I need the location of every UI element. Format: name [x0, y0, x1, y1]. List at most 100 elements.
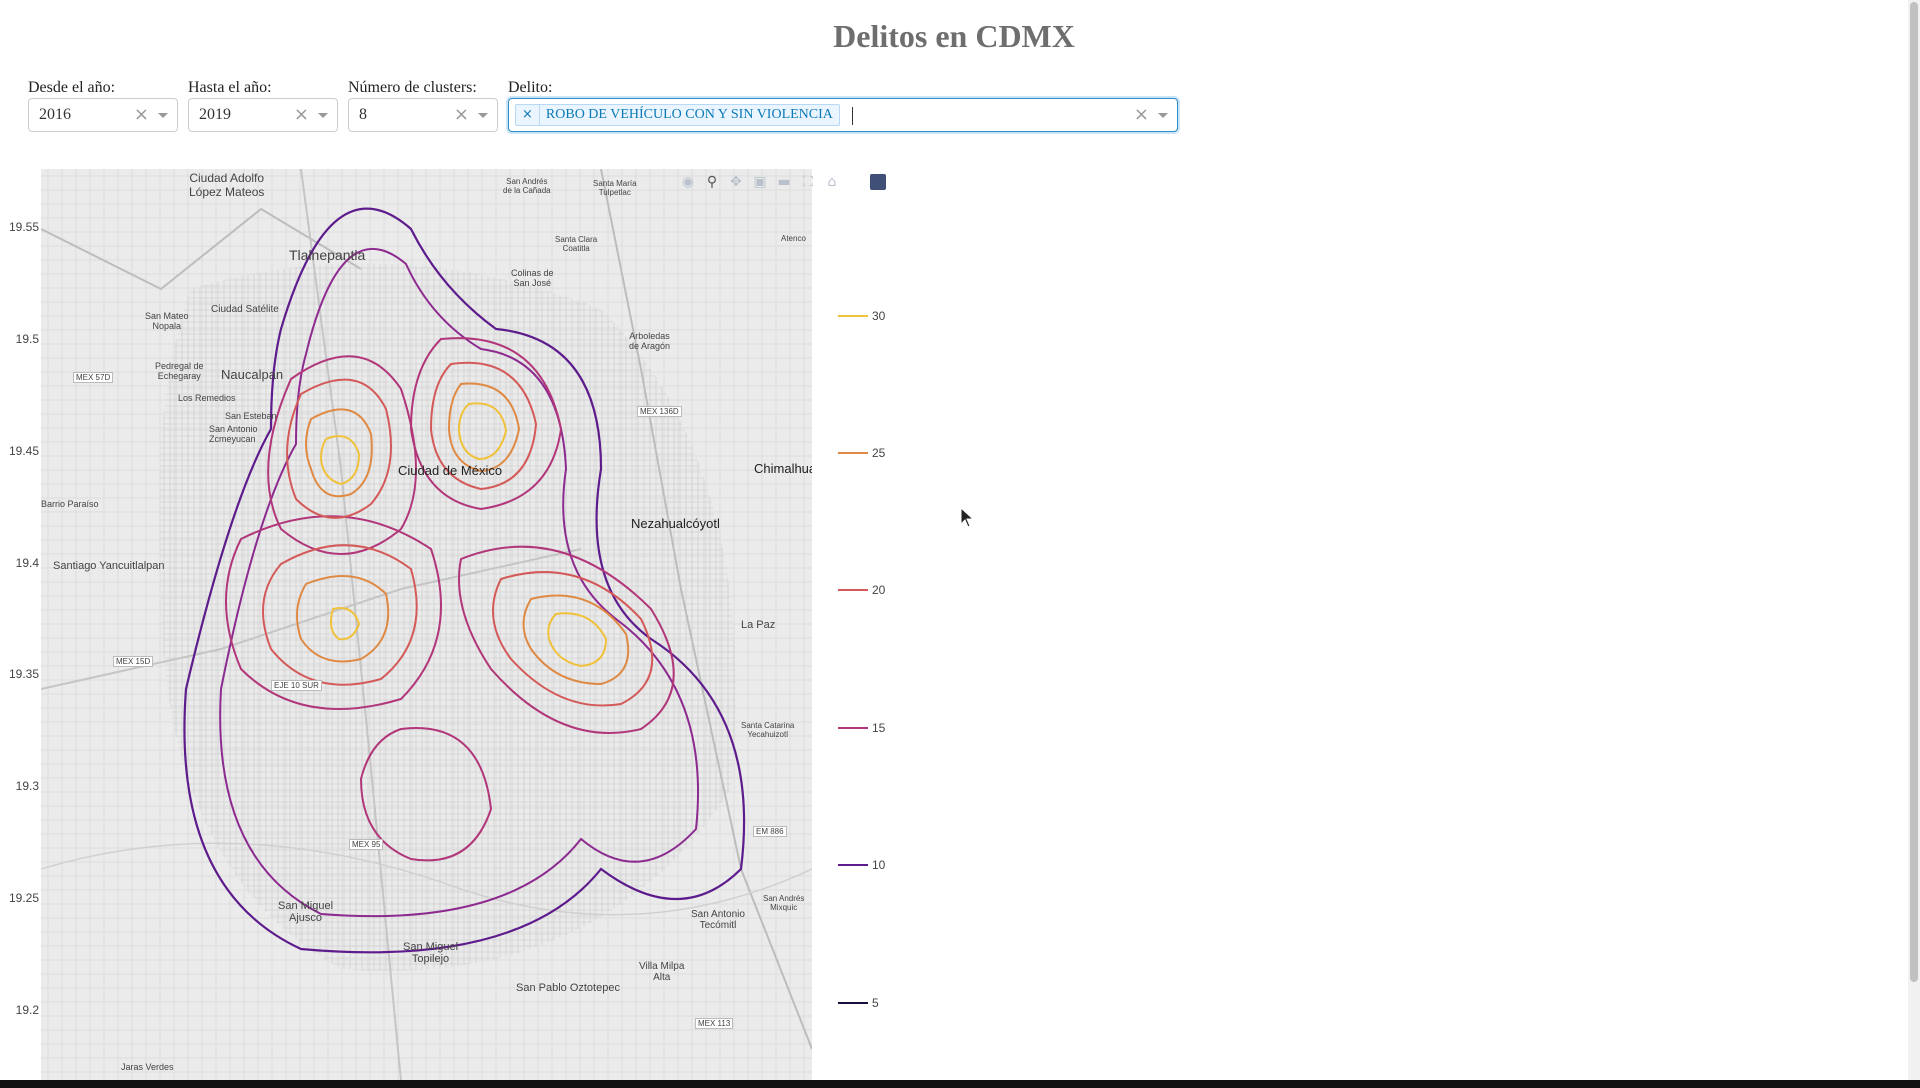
- clusters-label: Número de clusters:: [348, 79, 477, 96]
- label-san-miguel-ajusco: San Miguel Ajusco: [278, 900, 334, 924]
- label-mex15d: MEX 15D: [113, 656, 154, 667]
- y-tick-19.55: 19.55: [8, 220, 39, 234]
- clusters-value: 8: [359, 106, 367, 123]
- legend-item-5: 5: [838, 996, 879, 1010]
- legend-line-10: [838, 864, 868, 866]
- crime-chevron-down-icon[interactable]: [1158, 113, 1168, 118]
- legend-line-25: [838, 452, 868, 454]
- to-year-select[interactable]: 2019 ×: [188, 98, 338, 132]
- label-tlalnepantla: Tlalnepantla: [289, 247, 366, 263]
- zoom-in-icon[interactable]: ▣: [752, 174, 768, 190]
- from-year-clear-icon[interactable]: ×: [134, 104, 149, 126]
- to-year-label: Hasta el año:: [188, 79, 272, 96]
- crime-multiselect[interactable]: × ROBO DE VEHÍCULO CON Y SIN VIOLENCIA ×: [508, 98, 1178, 132]
- label-la-paz: La Paz: [741, 619, 776, 631]
- label-mex136d: MEX 136D: [637, 406, 682, 417]
- page-title: Delitos en CDMX: [833, 18, 1075, 54]
- label-naucalpan: Naucalpan: [221, 367, 284, 382]
- label-pedregal: Pedregal de Echegaray: [155, 361, 204, 381]
- chip-label: ROBO DE VEHÍCULO CON Y SIN VIOLENCIA: [545, 107, 833, 122]
- legend-line-15: [838, 727, 868, 729]
- y-tick-19.2: 19.2: [15, 1003, 39, 1017]
- label-santa-maria: Santa María Tulpetlac: [593, 179, 637, 197]
- label-chimalhuacan: Chimalhua: [754, 461, 812, 476]
- from-year-label: Desde el año:: [28, 79, 116, 96]
- modebar: ◉ ⚲ ✥ ▣ ▬ ⛶ ⌂: [680, 174, 840, 190]
- legend-line-5: [838, 1002, 868, 1004]
- legend-item-30: 30: [838, 309, 885, 323]
- label-jaras-verdes: Jaras Verdes: [121, 1062, 174, 1072]
- label-arboledas: Arboledas de Aragón: [629, 331, 671, 351]
- label-ciudad-adolfo: Ciudad Adolfo López Mateos: [189, 171, 265, 199]
- legend-line-30: [838, 315, 868, 317]
- legend-label-25: 25: [872, 446, 886, 460]
- label-colinas: Colinas de San José: [511, 268, 554, 288]
- crime-chip: × ROBO DE VEHÍCULO CON Y SIN VIOLENCIA: [515, 104, 840, 126]
- camera-icon[interactable]: ◉: [680, 174, 696, 190]
- scrollbar-thumb[interactable]: [1910, 2, 1918, 982]
- y-tick-19.3: 19.3: [15, 779, 39, 793]
- y-tick-19.4: 19.4: [15, 556, 39, 570]
- label-atenco: Atenco: [781, 234, 806, 243]
- label-los-remedios: Los Remedios: [178, 393, 236, 403]
- crime-clear-icon[interactable]: ×: [1134, 104, 1149, 126]
- home-icon[interactable]: ⌂: [824, 174, 840, 190]
- label-san-esteban: San Esteban: [225, 411, 277, 421]
- label-nezahualcoyotl: Nezahualcóyotl: [631, 516, 720, 531]
- scrollbar[interactable]: [1908, 0, 1920, 1080]
- clusters-chevron-down-icon[interactable]: [478, 113, 488, 118]
- label-san-andres-canada: San Andrés de la Cañada: [503, 177, 551, 195]
- legend-item-20: 20: [838, 583, 885, 597]
- legend-label-15: 15: [872, 721, 886, 735]
- mouse-pointer-icon: [960, 507, 975, 528]
- label-san-miguel-topilejo: San Miguel Topilejo: [403, 941, 459, 965]
- label-ciudad-satelite: Ciudad Satélite: [211, 304, 279, 315]
- legend-label-5: 5: [872, 996, 879, 1010]
- label-santa-catarina: Santa Catarina Yecahuizotl: [741, 721, 795, 739]
- label-mex57d: MEX 57D: [73, 372, 114, 383]
- autoscale-icon[interactable]: ⛶: [800, 174, 816, 190]
- y-tick-19.45: 19.45: [8, 444, 39, 458]
- legend-item-10: 10: [838, 858, 885, 872]
- label-barrio-paraiso: Barrio Paraíso: [41, 499, 99, 509]
- pan-icon[interactable]: ✥: [728, 174, 744, 190]
- chip-remove-icon[interactable]: ×: [516, 105, 540, 125]
- bottom-bar: [0, 1080, 1920, 1088]
- legend-item-25: 25: [838, 446, 885, 460]
- y-tick-19.35: 19.35: [8, 667, 39, 681]
- label-san-antonio-z: San Antonio Zcmeyucan: [209, 424, 258, 444]
- plotly-logo-icon[interactable]: [870, 174, 886, 190]
- label-mex95: MEX 95: [349, 839, 384, 850]
- text-cursor: [852, 107, 853, 125]
- from-year-chevron-down-icon[interactable]: [158, 113, 168, 118]
- legend-line-20: [838, 589, 868, 591]
- zoom-icon[interactable]: ⚲: [704, 174, 720, 190]
- label-em886: EM 886: [753, 826, 787, 837]
- y-tick-19.25: 19.25: [8, 891, 39, 905]
- label-san-andres-mixquic: San Andrés Mixquic: [763, 894, 805, 912]
- label-santiago: Santiago Yancuitlalpan: [53, 560, 165, 572]
- label-san-pablo: San Pablo Oztotepec: [516, 982, 620, 994]
- to-year-clear-icon[interactable]: ×: [294, 104, 309, 126]
- label-santa-clara: Santa Clara Coatitla: [555, 235, 598, 253]
- label-mex113: MEX 113: [695, 1018, 734, 1029]
- density-map[interactable]: Ciudad Adolfo López Mateos Tlalnepantla …: [41, 169, 812, 1081]
- clusters-select[interactable]: 8 ×: [348, 98, 498, 132]
- from-year-value: 2016: [39, 106, 71, 123]
- to-year-chevron-down-icon[interactable]: [318, 113, 328, 118]
- to-year-value: 2019: [199, 106, 231, 123]
- clusters-clear-icon[interactable]: ×: [454, 104, 469, 126]
- legend-label-30: 30: [872, 309, 886, 323]
- legend-item-15: 15: [838, 721, 885, 735]
- label-villa-milpa: Villa Milpa Alta: [639, 961, 685, 983]
- y-tick-19.5: 19.5: [15, 332, 39, 346]
- label-san-mateo: San Mateo Nopala: [145, 311, 189, 331]
- label-ciudad-mexico: Ciudad de México: [398, 463, 503, 478]
- from-year-select[interactable]: 2016 ×: [28, 98, 178, 132]
- legend-label-20: 20: [872, 583, 886, 597]
- legend-label-10: 10: [872, 858, 886, 872]
- label-eje10: EJE 10 SUR: [271, 680, 322, 691]
- label-san-antonio-tecomitl: San Antonio Tecómitl: [691, 909, 745, 931]
- crime-label: Delito:: [508, 79, 553, 96]
- zoom-out-icon[interactable]: ▬: [776, 174, 792, 190]
